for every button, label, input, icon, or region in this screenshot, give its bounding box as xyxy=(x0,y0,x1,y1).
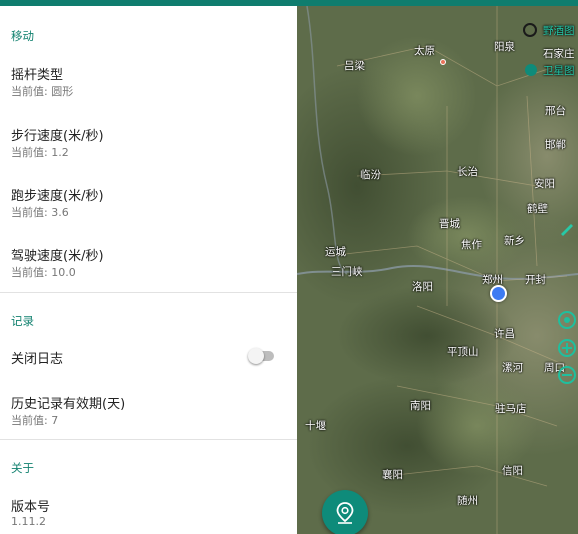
city-label-luohe: 漯河 xyxy=(502,362,523,374)
setting-value: 当前值: 圆形 xyxy=(11,85,74,98)
city-label-xiangyang: 襄阳 xyxy=(382,469,403,481)
city-label-xinyang: 信阳 xyxy=(502,465,523,477)
city-label-zhumadian: 驻马店 xyxy=(495,403,527,415)
city-label-nanyang: 南阳 xyxy=(410,400,431,412)
city-label-jincheng: 晋城 xyxy=(439,218,460,230)
city-label-pingdingshan: 平顶山 xyxy=(447,346,479,358)
city-label-linfen: 临汾 xyxy=(360,169,381,181)
city-label-hebi: 鹤壁 xyxy=(527,203,548,215)
compass-icon[interactable] xyxy=(522,22,538,38)
city-label-sanmenxia: 三门峡 xyxy=(331,266,363,278)
city-label-lvliang: 吕梁 xyxy=(344,60,365,72)
city-label-suizhou: 随州 xyxy=(457,495,478,507)
city-label-anyang: 安阳 xyxy=(534,178,555,190)
toggle-thumb xyxy=(248,348,264,364)
settings-panel: 移动 摇杆类型 当前值: 圆形 步行速度(米/秒) 当前值: 1.2 跑步速度(… xyxy=(0,6,297,534)
section-divider xyxy=(0,439,297,440)
city-label-jiaozuo: 焦作 xyxy=(461,239,482,251)
section-divider xyxy=(0,292,297,293)
setting-title: 驾驶速度(米/秒) xyxy=(11,249,104,264)
setting-title: 跑步速度(米/秒) xyxy=(11,189,104,204)
location-button[interactable] xyxy=(322,490,368,534)
setting-value: 当前值: 7 xyxy=(11,414,59,427)
wild-map-label[interactable]: 野酒图 xyxy=(543,23,575,38)
setting-value: 当前值: 3.6 xyxy=(11,206,69,219)
current-location-marker xyxy=(490,285,507,302)
setting-value: 当前值: 10.0 xyxy=(11,266,76,279)
city-label-changzhi: 长治 xyxy=(457,166,478,178)
satellite-label[interactable]: 卫星图 xyxy=(543,63,575,78)
city-label-shijiazhuang: 石家庄 xyxy=(543,48,575,60)
close-log-toggle[interactable] xyxy=(248,348,274,364)
city-marker xyxy=(440,59,446,65)
setting-title: 步行速度(米/秒) xyxy=(11,129,104,144)
city-label-xuchang: 许昌 xyxy=(494,328,515,340)
city-label-luoyang: 洛阳 xyxy=(412,281,433,293)
city-label-xingtai: 邢台 xyxy=(545,105,566,117)
city-label-yuncheng: 运城 xyxy=(325,246,346,258)
city-label-kaifeng: 开封 xyxy=(525,274,546,286)
section-header-move: 移动 xyxy=(11,29,34,43)
crosshair-icon[interactable] xyxy=(556,309,578,331)
location-pin-icon xyxy=(336,502,354,524)
setting-title: 摇杆类型 xyxy=(11,68,64,83)
city-label-yangquan: 阳泉 xyxy=(494,41,515,53)
city-label-taiyuan: 太原 xyxy=(414,45,435,57)
city-label-xinxiang: 新乡 xyxy=(504,235,525,247)
city-label-shiyan: 十堰 xyxy=(305,420,326,432)
satellite-map[interactable]: 太原 阳泉 石家庄 吕梁 邢台 邯郸 临汾 长治 安阳 鹤壁 晋城 焦作 新乡 … xyxy=(297,6,578,534)
satellite-icon[interactable] xyxy=(523,62,539,78)
setting-title: 历史记录有效期(天) xyxy=(11,397,126,412)
setting-title: 关闭日志 xyxy=(11,352,64,367)
section-header-about: 关于 xyxy=(11,461,34,475)
edit-icon[interactable] xyxy=(559,220,575,236)
setting-value: 当前值: 1.2 xyxy=(11,146,69,159)
section-header-record: 记录 xyxy=(11,314,34,328)
city-label-handan: 邯郸 xyxy=(545,139,566,151)
zoom-out-icon[interactable] xyxy=(556,364,578,386)
zoom-in-icon[interactable] xyxy=(556,337,578,359)
setting-value: 1.11.2 xyxy=(11,515,46,528)
setting-title: 版本号 xyxy=(11,500,51,515)
